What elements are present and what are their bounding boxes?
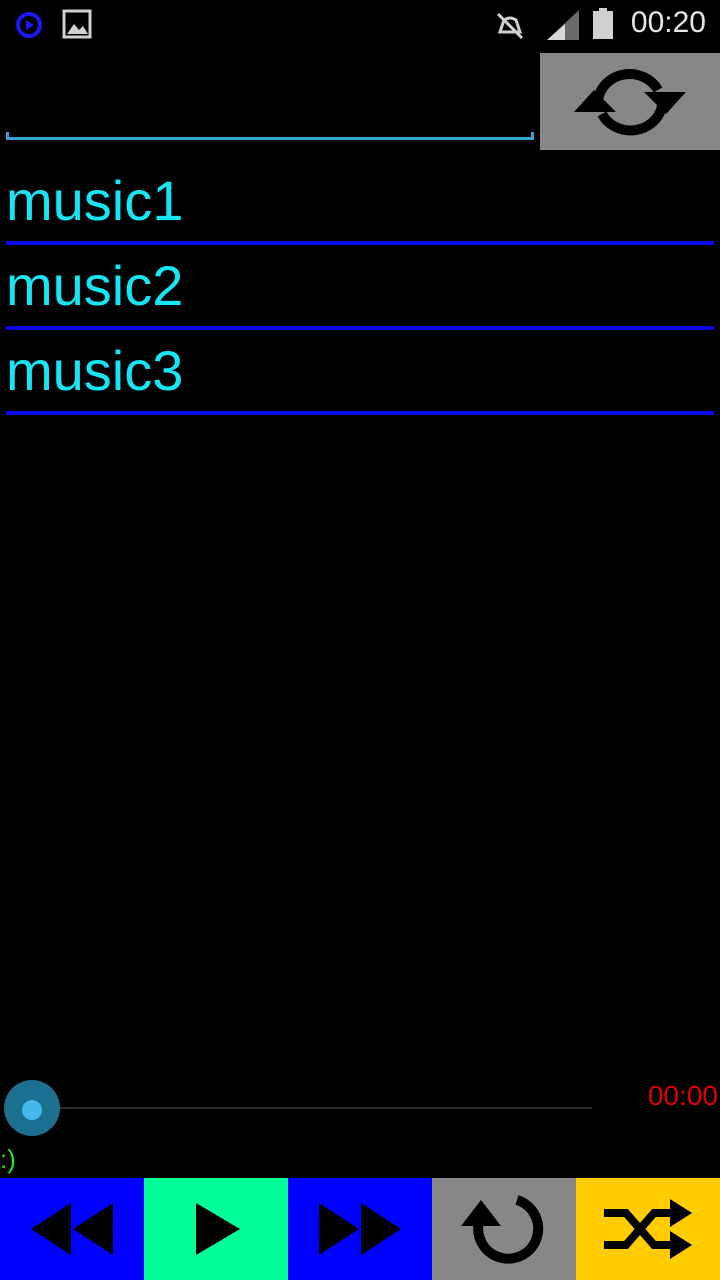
shuffle-icon [604,1199,692,1259]
track-title: music3 [6,339,184,402]
play-button[interactable] [144,1178,288,1280]
fast-forward-icon [319,1203,401,1255]
shuffle-button[interactable] [576,1178,720,1280]
seek-track [32,1107,592,1109]
battery-icon [593,8,613,39]
list-item[interactable]: music1 [6,160,714,245]
status-text: :) [0,1144,16,1174]
list-item[interactable]: music3 [6,330,714,415]
playback-time: 00:00 [647,1080,718,1111]
player-controls [0,1178,720,1280]
track-title: music1 [6,169,184,232]
repeat-icon [461,1195,544,1264]
rewind-icon [31,1203,113,1255]
repeat-button[interactable] [432,1178,576,1280]
status-bar-time: 00:20 [630,6,706,39]
seek-bar[interactable] [4,1078,594,1138]
seek-thumb-center [22,1100,42,1120]
list-item[interactable]: music2 [6,245,714,330]
rewind-button[interactable] [0,1178,144,1280]
track-title: music2 [6,254,184,317]
media-player-notification-icon [16,12,42,38]
status-bar: 00:20 [0,0,720,50]
signal-icon [547,10,579,40]
image-notification-icon [62,9,92,39]
fast-forward-button[interactable] [288,1178,432,1280]
search-field[interactable] [6,60,534,142]
play-icon [196,1203,240,1255]
refresh-button[interactable] [540,53,720,150]
mute-icon [496,12,524,40]
search-input[interactable] [6,60,530,130]
refresh-icon [574,68,686,135]
search-underline [6,132,534,140]
playlist: music1 music2 music3 [6,160,714,415]
seek-thumb[interactable] [4,1080,60,1136]
